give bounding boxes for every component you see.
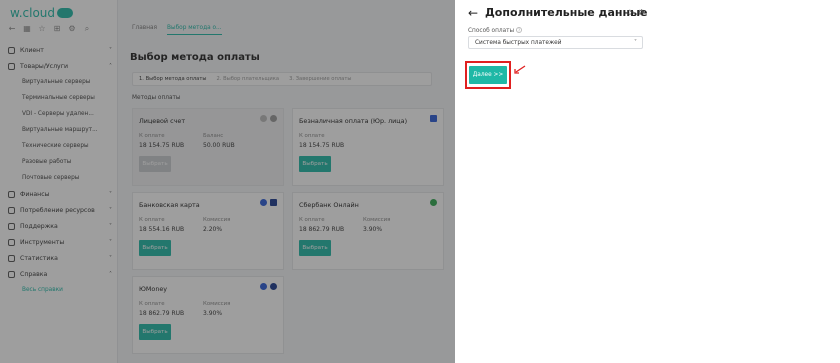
payment-method-label: Способ оплаты?: [468, 27, 523, 34]
chevron-down-icon: ˅: [634, 39, 637, 46]
refresh-icon[interactable]: ⟳: [627, 8, 634, 17]
modal-overlay[interactable]: [0, 0, 455, 363]
panel-icons: ⟳ ⚙: [627, 8, 645, 17]
annotation-arrow-icon: [514, 65, 526, 74]
side-panel: ← Дополнительные данные ⟳ ⚙ Способ оплат…: [455, 0, 840, 363]
next-button[interactable]: Далее >>: [469, 66, 507, 84]
settings-icon[interactable]: ⚙: [638, 8, 645, 17]
payment-method-select[interactable]: Система быстрых платежей ˅: [468, 36, 643, 49]
question-icon[interactable]: ?: [516, 27, 523, 33]
panel-title: Дополнительные данные: [485, 6, 648, 19]
back-arrow-icon[interactable]: ←: [468, 6, 478, 20]
background-app: w.cloud ← ▦ ☆ ⊞ ⚙ ⌕ Клиент ˅ Товары/Услуг…: [0, 0, 455, 363]
